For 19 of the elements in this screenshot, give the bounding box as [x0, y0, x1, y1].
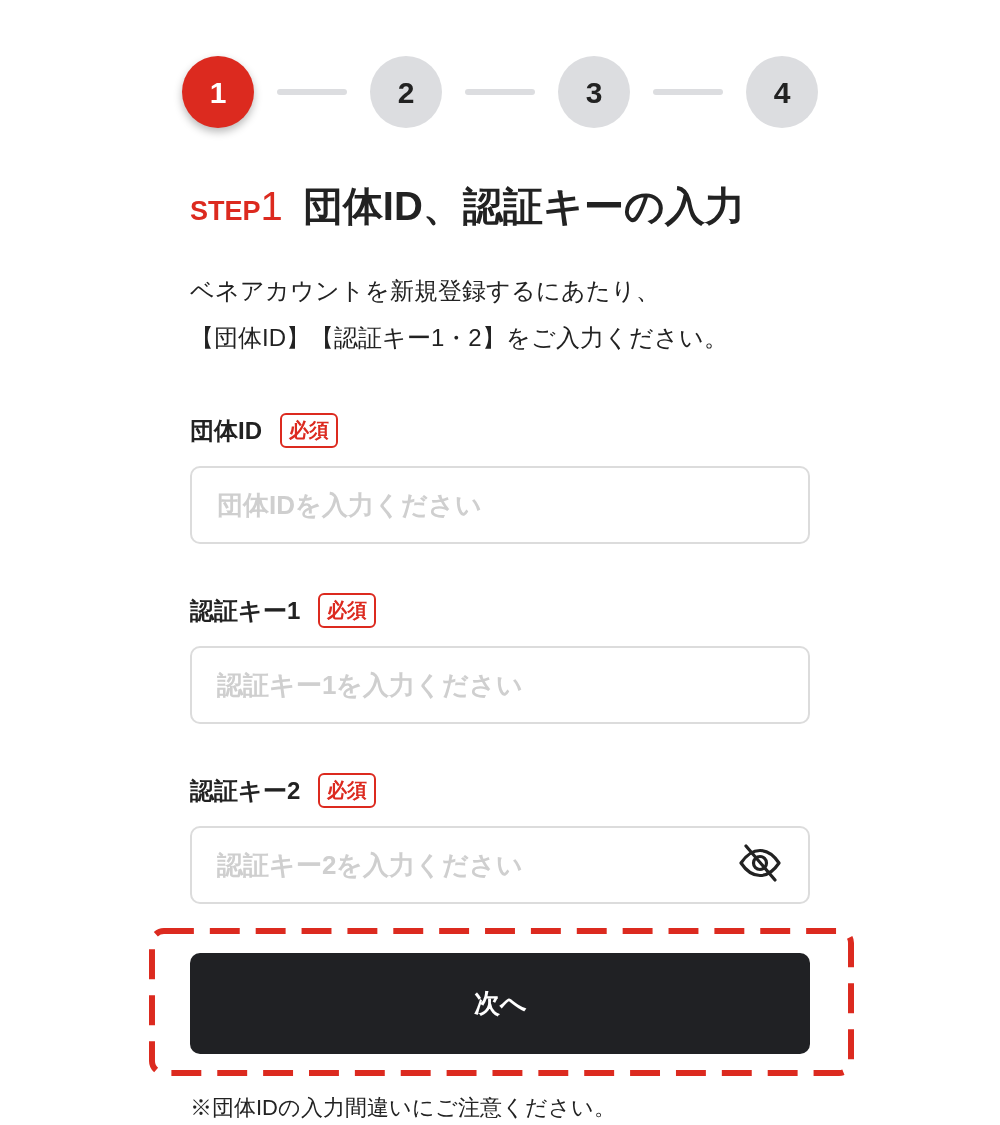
step-connector	[653, 89, 723, 95]
step-connector	[465, 89, 535, 95]
required-tag: 必須	[318, 773, 377, 808]
required-tag: 必須	[318, 593, 377, 628]
field-label: 認証キー1	[190, 595, 301, 626]
field-label: 団体ID	[190, 415, 262, 446]
step-label: STEP1	[190, 183, 283, 230]
crossed-eye-icon[interactable]	[738, 843, 782, 883]
note-text: ※団体IDの入力間違いにご注意ください。	[190, 1094, 617, 1122]
step-indicator: 3	[558, 56, 630, 128]
next-button[interactable]: 次へ	[190, 953, 810, 1054]
instruction-text: ベネアカウントを新規登録するにあたり、 【団体ID】【認証キー1・2】をご入力ください。	[190, 276, 729, 353]
step-indicator: 2	[370, 56, 442, 128]
step-connector	[277, 89, 347, 95]
step-indicator: 4	[746, 56, 818, 128]
page-title: 団体ID、認証キーの入力	[302, 183, 745, 230]
required-tag: 必須	[280, 413, 338, 448]
field-label: 認証キー2	[190, 775, 301, 806]
step-indicator: 1	[182, 56, 254, 128]
